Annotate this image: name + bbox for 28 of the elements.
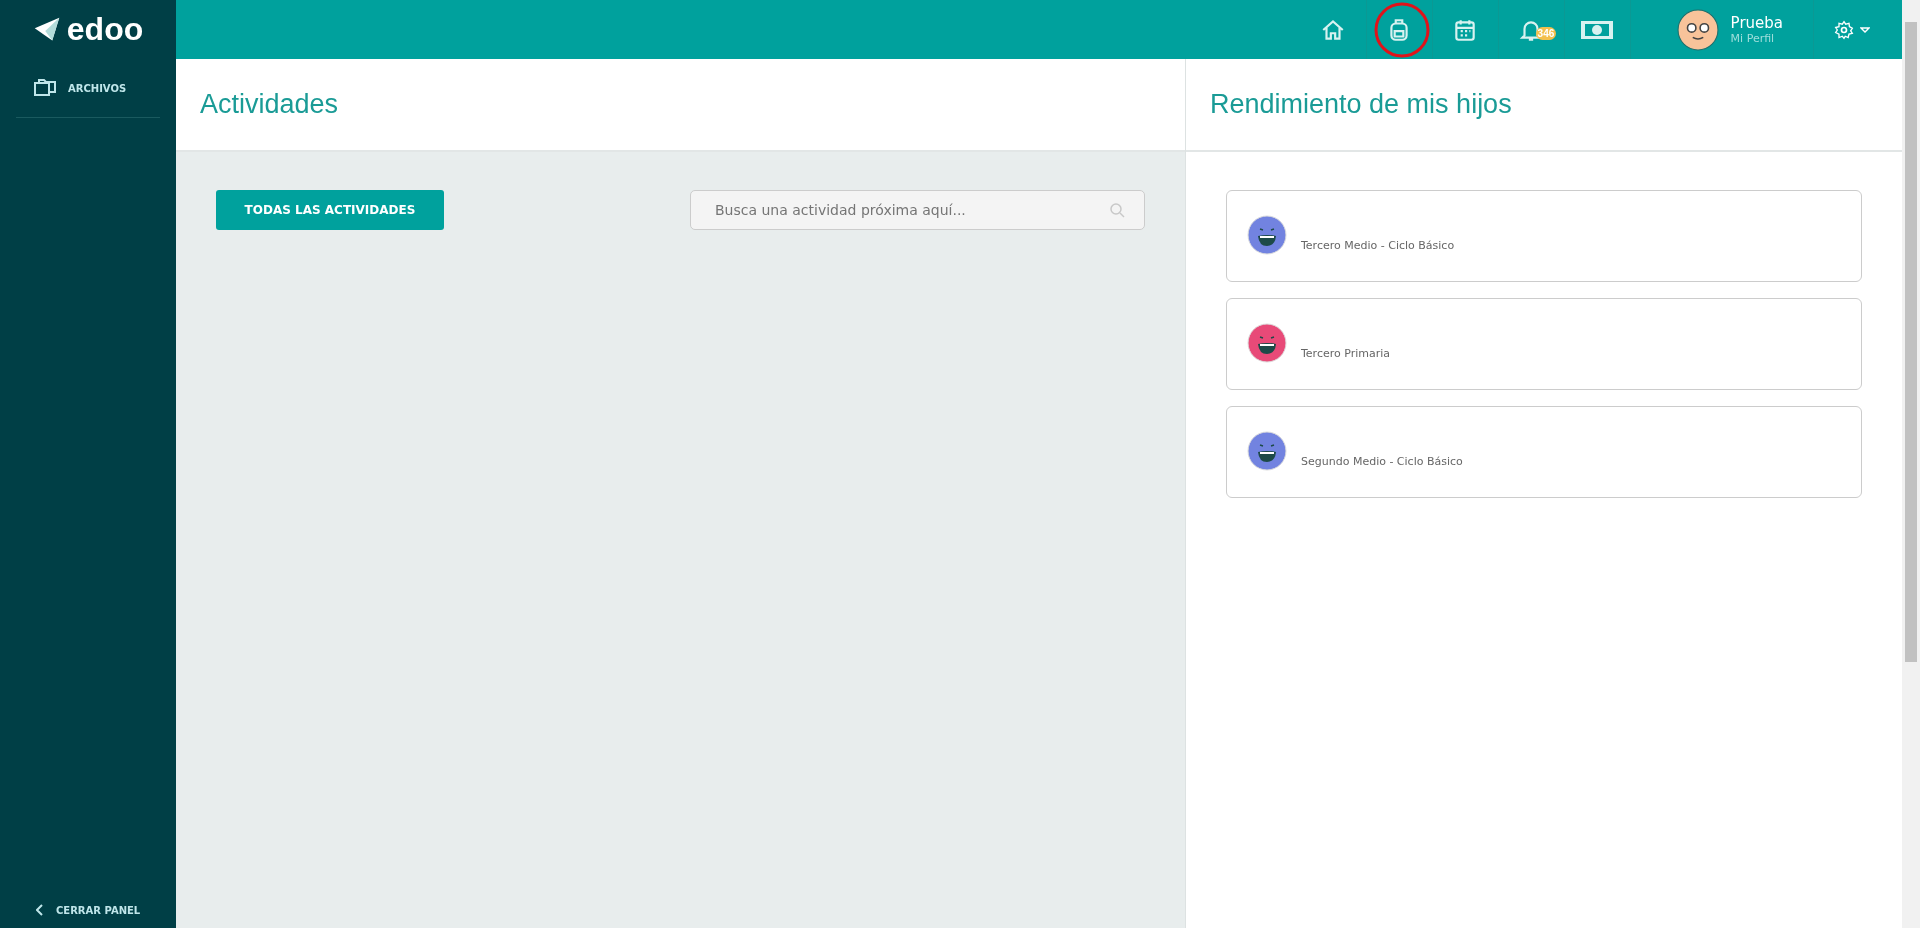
chevron-left-icon (36, 904, 44, 916)
highlight-circle (1373, 2, 1430, 58)
panel-title: Rendimiento de mis hijos (1210, 89, 1512, 120)
monster-avatar-icon (1247, 323, 1287, 363)
grade-label: Tercero Medio - Ciclo Básico (1301, 238, 1455, 252)
close-panel-link[interactable]: CERRAR PANEL (0, 904, 176, 928)
monster-avatar-icon (1247, 215, 1287, 255)
child-card[interactable]: Segundo Medio - Ciclo Básico (1226, 406, 1862, 498)
grade-label: Tercero Primaria (1301, 346, 1390, 360)
child-card[interactable]: Tercero Primaria (1226, 298, 1862, 390)
avatar-icon (1676, 8, 1719, 51)
settings-icon (1834, 19, 1854, 40)
search-icon (1109, 202, 1125, 218)
grade-label: Segundo Medio - Ciclo Básico (1301, 454, 1463, 468)
scrollbar[interactable] (1902, 0, 1920, 928)
monster-avatar-icon (1247, 431, 1287, 471)
notification-badge: 346 (1535, 27, 1557, 40)
child-card[interactable]: Tercero Medio - Ciclo Básico (1226, 190, 1862, 282)
banknote-icon (1580, 19, 1615, 40)
settings-button[interactable] (1834, 19, 1870, 40)
all-activities-button[interactable]: TODAS LAS ACTIVIDADES (216, 190, 444, 230)
user-name[interactable]: Prueba (1730, 14, 1783, 32)
search-field[interactable]: Busca una actividad próxima aquí... (690, 190, 1145, 230)
sidebar-item[interactable]: ARCHIVOS (16, 79, 160, 97)
logo-text: edoo (66, 11, 144, 48)
folder-icon (34, 79, 56, 97)
panel-title: Actividades (200, 89, 339, 120)
caret-icon (1860, 26, 1870, 33)
